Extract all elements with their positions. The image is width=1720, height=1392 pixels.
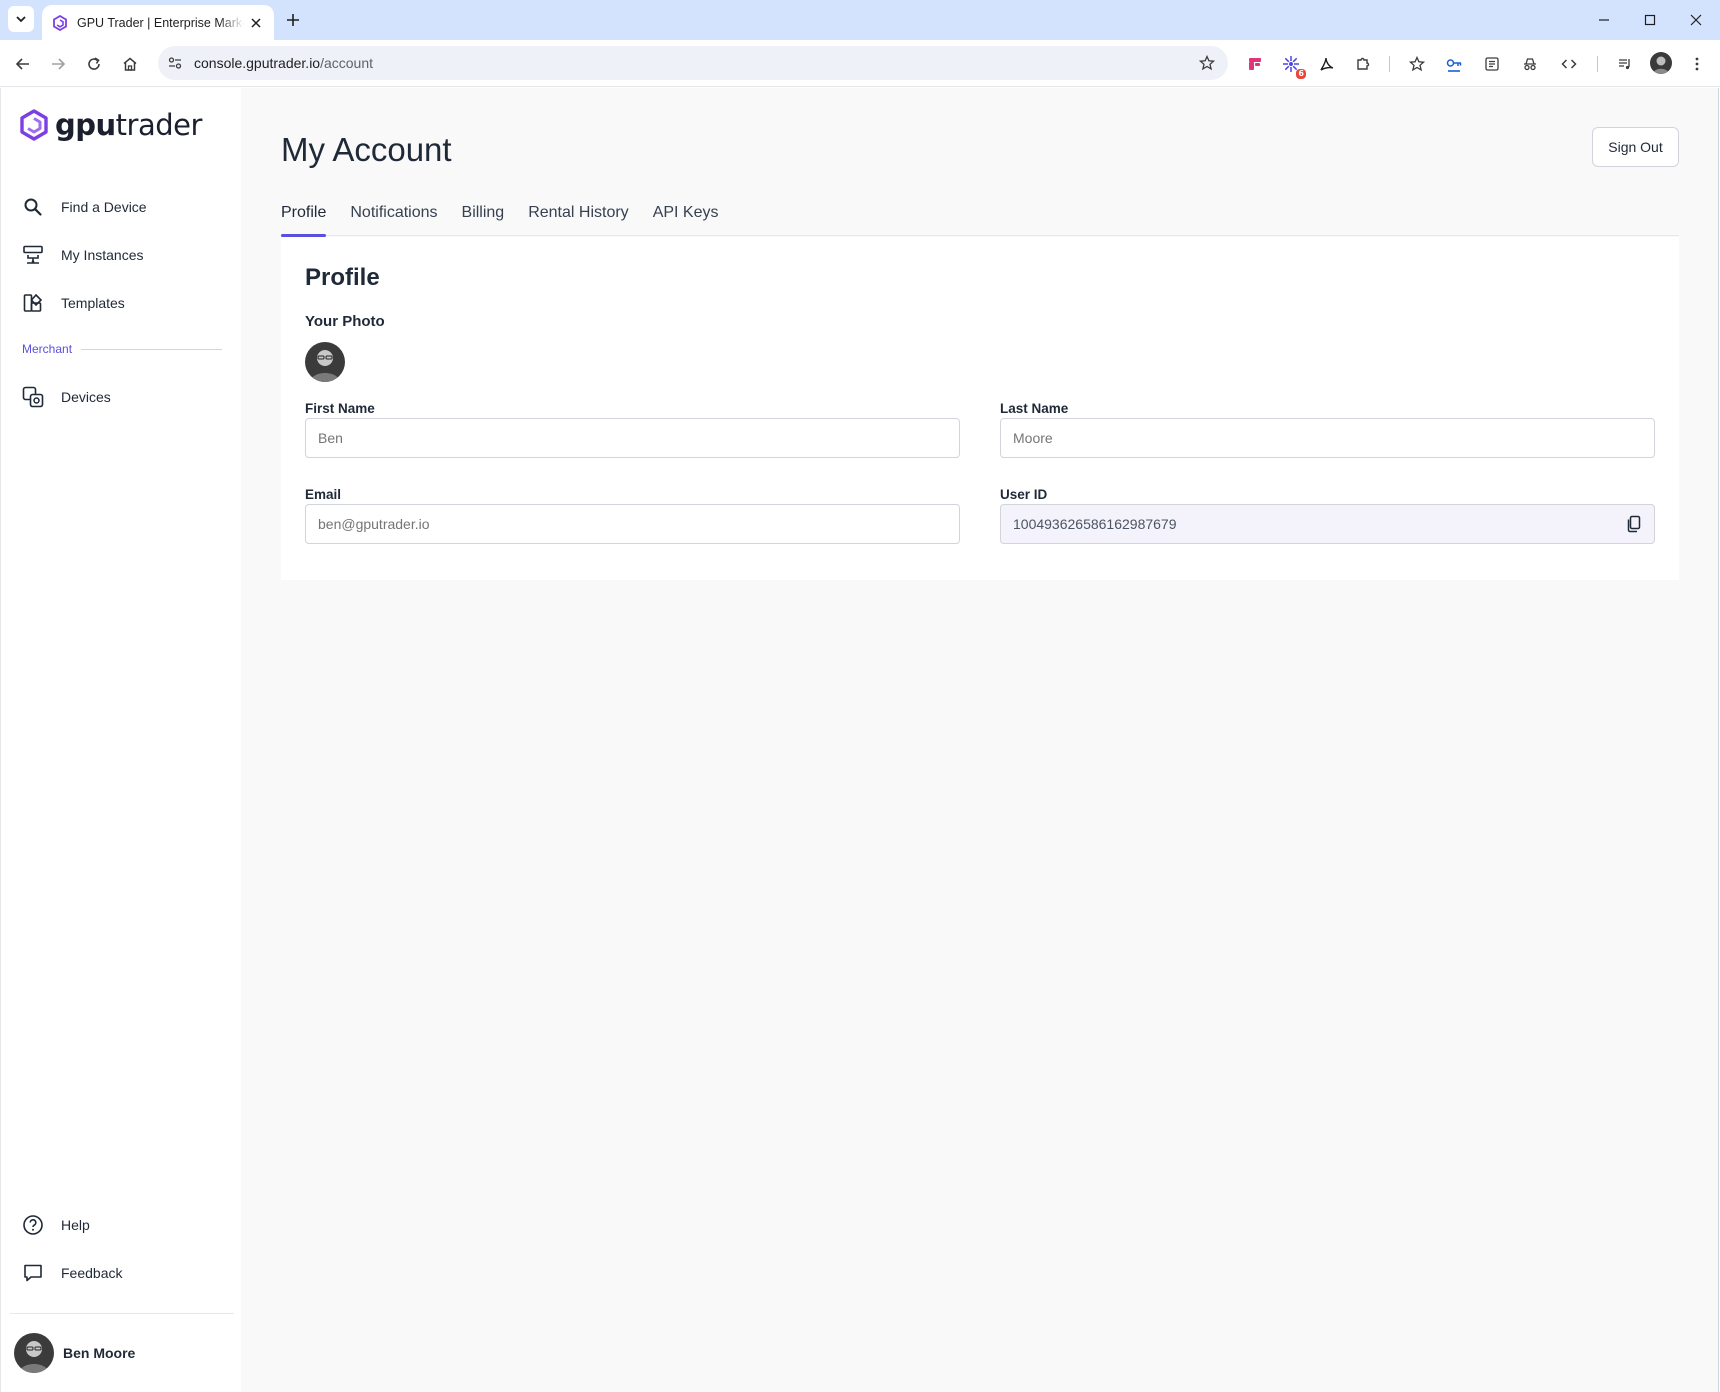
- close-window-button[interactable]: [1684, 8, 1708, 32]
- profile-heading: Profile: [305, 264, 380, 291]
- your-photo-label: Your Photo: [305, 313, 385, 330]
- profile-photo[interactable]: [305, 342, 345, 382]
- figma-extension-icon[interactable]: [1244, 53, 1266, 75]
- search-icon: [21, 195, 45, 219]
- sidebar-item-label: Devices: [61, 389, 111, 405]
- feedback-icon: [21, 1261, 45, 1285]
- password-key-icon[interactable]: [1443, 53, 1465, 75]
- close-icon[interactable]: [248, 15, 264, 31]
- first-name-field[interactable]: [305, 418, 960, 458]
- gputrader-favicon-icon: [53, 14, 67, 31]
- sidebar-item-devices[interactable]: Devices: [21, 377, 226, 417]
- sidebar-section-merchant: Merchant: [22, 342, 73, 356]
- home-icon: [123, 57, 137, 71]
- reload-button[interactable]: [82, 52, 106, 76]
- maximize-button[interactable]: [1638, 8, 1662, 32]
- address-bar[interactable]: console.gputrader.io/account: [158, 46, 1228, 80]
- email-label: Email: [305, 487, 342, 502]
- chevron-down-icon: [16, 16, 26, 23]
- tab-profile[interactable]: Profile: [281, 200, 327, 237]
- help-icon: [21, 1213, 45, 1237]
- brand-wordmark-bold: gpu: [55, 108, 116, 142]
- avatar: [14, 1333, 54, 1373]
- tab-notifications[interactable]: Notifications: [350, 200, 437, 236]
- arrow-right-icon: [52, 58, 66, 70]
- browser-tab-title: GPU Trader | Enterprise Marketplace: [77, 15, 244, 30]
- sidebar-item-label: Find a Device: [61, 199, 147, 215]
- devtools-code-icon[interactable]: [1558, 53, 1580, 75]
- sidebar: gputrader Find a Device My Instances Tem…: [0, 88, 241, 1392]
- last-name-field[interactable]: [1000, 418, 1655, 458]
- url-text: console.gputrader.io/account: [194, 55, 373, 71]
- browser-profile-avatar[interactable]: [1650, 52, 1672, 74]
- user-name: Ben Moore: [63, 1345, 136, 1361]
- browser-tabstrip: GPU Trader | Enterprise Marketplace: [0, 0, 1720, 40]
- tab-billing[interactable]: Billing: [462, 200, 505, 236]
- url-path: /account: [320, 55, 374, 71]
- bookmark-manager-icon[interactable]: [1406, 53, 1428, 75]
- tab-rental-history[interactable]: Rental History: [528, 200, 628, 236]
- gputrader-logo-icon: [20, 109, 48, 141]
- sidebar-footer-divider: [10, 1313, 234, 1314]
- copy-icon[interactable]: [1624, 514, 1644, 534]
- brand-logo[interactable]: gputrader: [19, 108, 202, 142]
- sidebar-section-divider: [81, 349, 222, 350]
- bookmark-star-icon[interactable]: [1198, 54, 1216, 72]
- back-button[interactable]: [11, 52, 35, 76]
- last-name-label: Last Name: [1000, 401, 1069, 416]
- maximize-icon: [1644, 14, 1656, 26]
- sidebar-item-my-instances[interactable]: My Instances: [21, 235, 226, 275]
- new-tab-button[interactable]: [282, 9, 304, 31]
- acrobat-extension-icon[interactable]: [1316, 53, 1338, 75]
- extension-badge: 6: [1296, 69, 1306, 79]
- close-window-icon: [1690, 14, 1702, 26]
- sidebar-item-feedback[interactable]: Feedback: [21, 1253, 226, 1293]
- templates-icon: [21, 291, 45, 315]
- incognito-extension-icon[interactable]: [1519, 53, 1541, 75]
- user-id-label: User ID: [1000, 487, 1048, 502]
- sign-out-button[interactable]: Sign Out: [1592, 127, 1679, 167]
- minimize-button[interactable]: [1592, 8, 1616, 32]
- url-host: console.gputrader.io: [194, 55, 321, 71]
- user-id-field[interactable]: [1000, 504, 1655, 544]
- sidebar-item-label: My Instances: [61, 247, 144, 263]
- toolbar-separator: [1597, 56, 1598, 72]
- instances-icon: [21, 243, 45, 267]
- sidebar-item-find-a-device[interactable]: Find a Device: [21, 187, 226, 227]
- brand-wordmark: gputrader: [55, 108, 202, 142]
- user-menu[interactable]: Ben Moore: [14, 1333, 135, 1373]
- chrome-menu-icon[interactable]: [1686, 53, 1708, 75]
- email-field[interactable]: [305, 504, 960, 544]
- brand-wordmark-light: trader: [115, 108, 203, 142]
- account-tabs: Profile Notifications Billing Rental His…: [281, 200, 1679, 237]
- main-content: My Account Sign Out Profile Notification…: [241, 88, 1719, 1392]
- profile-card: Profile Your Photo First Name Last Name …: [281, 237, 1679, 580]
- devices-icon: [21, 385, 45, 409]
- first-name-label: First Name: [305, 401, 375, 416]
- sidebar-item-templates[interactable]: Templates: [21, 283, 226, 323]
- reading-list-icon[interactable]: [1481, 53, 1503, 75]
- sparkle-extension-icon[interactable]: 6: [1280, 53, 1306, 79]
- arrow-left-icon: [15, 58, 29, 70]
- home-button[interactable]: [118, 52, 142, 76]
- tab-api-keys[interactable]: API Keys: [653, 200, 719, 236]
- browser-tab-active[interactable]: GPU Trader | Enterprise Marketplace: [42, 5, 274, 40]
- sidebar-item-label: Templates: [61, 295, 125, 311]
- sidebar-item-help[interactable]: Help: [21, 1205, 226, 1245]
- sidebar-item-label: Help: [61, 1217, 90, 1233]
- reload-icon: [88, 57, 100, 70]
- extensions-puzzle-icon[interactable]: [1352, 53, 1374, 75]
- sidebar-item-label: Feedback: [61, 1265, 123, 1281]
- page-title: My Account: [281, 131, 452, 168]
- media-control-icon[interactable]: [1614, 53, 1636, 75]
- plus-icon: [287, 14, 299, 26]
- browser-toolbar: console.gputrader.io/account 6: [0, 40, 1720, 87]
- toolbar-separator: [1389, 56, 1390, 72]
- tab-search-button[interactable]: [8, 6, 34, 32]
- site-info-icon[interactable]: [166, 54, 184, 72]
- forward-button[interactable]: [46, 52, 70, 76]
- minimize-icon: [1599, 19, 1609, 21]
